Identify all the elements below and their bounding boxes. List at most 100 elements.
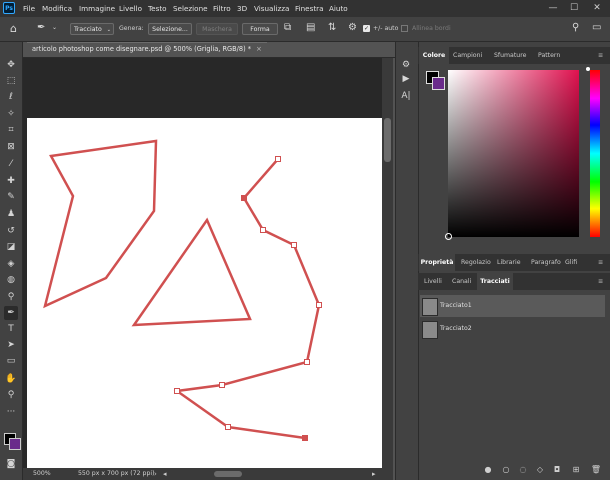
selection-button[interactable]: Selezione...	[148, 23, 192, 35]
menu-filtro[interactable]: Filtro	[213, 0, 231, 17]
tab-regolazioni[interactable]: Regolazio	[461, 254, 491, 271]
character-panel-icon[interactable]: A|	[397, 88, 415, 104]
menu-livello[interactable]: Livello	[119, 0, 142, 17]
maximize-icon[interactable]: ☐	[567, 0, 581, 17]
tab-colore[interactable]: Colore	[419, 47, 449, 64]
saturation-brightness-field[interactable]	[448, 70, 579, 237]
mask-button[interactable]: Maschera	[196, 23, 238, 35]
anchor-point-selected[interactable]	[241, 195, 247, 201]
chevron-down-icon[interactable]: ⌄	[52, 24, 57, 31]
make-path-icon[interactable]: ◇	[533, 463, 547, 477]
anchor-point[interactable]	[174, 388, 180, 394]
panel-menu-icon[interactable]: ≡	[598, 254, 603, 271]
hue-slider-handle[interactable]	[586, 67, 590, 71]
path-row-tracciato2[interactable]: Tracciato2	[420, 318, 605, 340]
brush-icon[interactable]: ✎	[4, 190, 18, 204]
rectangle-icon[interactable]: ▭	[4, 354, 18, 368]
paths-overlay[interactable]	[27, 118, 382, 468]
magic-wand-icon[interactable]: ✧	[4, 107, 18, 121]
path-polygon[interactable]	[43, 139, 158, 309]
tab-proprieta[interactable]: Proprietà	[419, 254, 455, 271]
fill-path-icon[interactable]: ●	[481, 463, 495, 477]
zoom-level[interactable]: 500%	[33, 468, 51, 480]
frame-icon[interactable]: ⊠	[4, 140, 18, 154]
eyedropper-icon[interactable]: ⁄	[4, 157, 18, 171]
menu-modifica[interactable]: Modifica	[42, 0, 72, 17]
crop-icon[interactable]: ⌗	[4, 123, 18, 137]
healing-icon[interactable]: ✚	[4, 174, 18, 188]
menu-3d[interactable]: 3D	[237, 0, 247, 17]
anchor-point[interactable]	[219, 382, 225, 388]
anchor-point-selected[interactable]	[302, 435, 308, 441]
menu-selezione[interactable]: Selezione	[173, 0, 208, 17]
panel-menu-icon[interactable]: ≡	[598, 273, 603, 290]
path-select-icon[interactable]: ➤	[4, 338, 18, 352]
more-icon[interactable]: ···	[4, 405, 18, 419]
history-brush-icon[interactable]: ↺	[4, 224, 18, 238]
anchor-points[interactable]	[174, 156, 322, 441]
quick-mask-icon[interactable]: ◙	[4, 457, 18, 471]
home-icon[interactable]: ⌂	[10, 22, 17, 35]
play-actions-icon[interactable]: ▶	[397, 71, 415, 87]
tab-livelli[interactable]: Livelli	[424, 273, 442, 290]
anchor-point[interactable]	[225, 424, 231, 430]
path-curve[interactable]	[173, 158, 321, 440]
status-chevron-icon[interactable]: ›	[154, 468, 157, 480]
anchor-point[interactable]	[291, 242, 297, 248]
lasso-icon[interactable]: ℓ	[4, 90, 18, 104]
tab-tracciati[interactable]: Tracciati	[477, 273, 513, 290]
path-alignment-icon[interactable]: ▤	[306, 22, 315, 33]
background-color-swatch[interactable]	[9, 438, 21, 450]
vertical-scroll-thumb[interactable]	[384, 118, 391, 162]
tab-campioni[interactable]: Campioni	[453, 47, 482, 64]
document-dimensions[interactable]: 550 px x 700 px (72 ppi)	[78, 468, 155, 480]
scroll-right-icon[interactable]: ▸	[372, 468, 376, 480]
marquee-icon[interactable]: ⬚	[4, 74, 18, 88]
dodge-icon[interactable]: ⚲	[4, 290, 18, 304]
path-arrangement-icon[interactable]: ⇅	[328, 22, 336, 33]
menu-aiuto[interactable]: Aiuto	[329, 0, 348, 17]
hand-icon[interactable]: ✋	[4, 372, 18, 386]
zoom-icon[interactable]: ⚲	[4, 388, 18, 402]
path-triangle[interactable]	[131, 217, 252, 327]
anchor-point[interactable]	[316, 302, 322, 308]
menu-testo[interactable]: Testo	[148, 0, 167, 17]
menu-finestra[interactable]: Finestra	[295, 0, 324, 17]
anchor-point[interactable]	[275, 156, 281, 162]
panel-background-swatch[interactable]	[432, 77, 445, 90]
menu-visualizza[interactable]: Visualizza	[254, 0, 289, 17]
mode-select[interactable]: Tracciato ⌄	[70, 23, 114, 35]
search-icon[interactable]: ⚲	[572, 22, 579, 33]
gradient-icon[interactable]: ◈	[4, 257, 18, 271]
shape-button[interactable]: Forma	[242, 23, 278, 35]
color-picker-cursor[interactable]	[445, 233, 452, 240]
tab-canali[interactable]: Canali	[452, 273, 471, 290]
panel-menu-icon[interactable]: ≡	[598, 47, 603, 64]
stamp-icon[interactable]: ♟	[4, 207, 18, 221]
path-row-tracciato1[interactable]: Tracciato1	[420, 295, 605, 317]
hue-slider[interactable]	[590, 70, 600, 237]
anchor-point[interactable]	[304, 359, 310, 365]
path-operations-icon[interactable]: ⧉	[284, 22, 291, 33]
tab-librarie[interactable]: Librarie	[497, 254, 521, 271]
pen-icon[interactable]: ✒	[4, 306, 18, 320]
tab-pattern[interactable]: Pattern	[538, 47, 560, 64]
blur-icon[interactable]: ◍	[4, 273, 18, 287]
anchor-point[interactable]	[260, 227, 266, 233]
eraser-icon[interactable]: ◪	[4, 240, 18, 254]
pen-tool-preset-icon[interactable]: ✒	[37, 22, 45, 33]
horizontal-scroll-thumb[interactable]	[214, 471, 242, 477]
minimize-icon[interactable]: —	[546, 0, 560, 17]
add-mask-icon[interactable]: ◘	[550, 463, 564, 477]
close-window-icon[interactable]: ✕	[590, 0, 604, 17]
load-selection-icon[interactable]: ◌	[516, 463, 530, 477]
photoshop-logo-icon[interactable]: Ps	[3, 2, 15, 14]
type-icon[interactable]: T	[4, 322, 18, 336]
stroke-path-icon[interactable]: ○	[499, 463, 513, 477]
tab-paragrafo[interactable]: Paragrafo	[531, 254, 561, 271]
tab-sfumature[interactable]: Sfumature	[494, 47, 526, 64]
move-icon[interactable]: ✥	[4, 58, 18, 72]
tab-glifi[interactable]: Glifi	[565, 254, 577, 271]
workspace-icon[interactable]: ▭	[592, 22, 601, 33]
close-tab-icon[interactable]: ×	[256, 42, 262, 57]
